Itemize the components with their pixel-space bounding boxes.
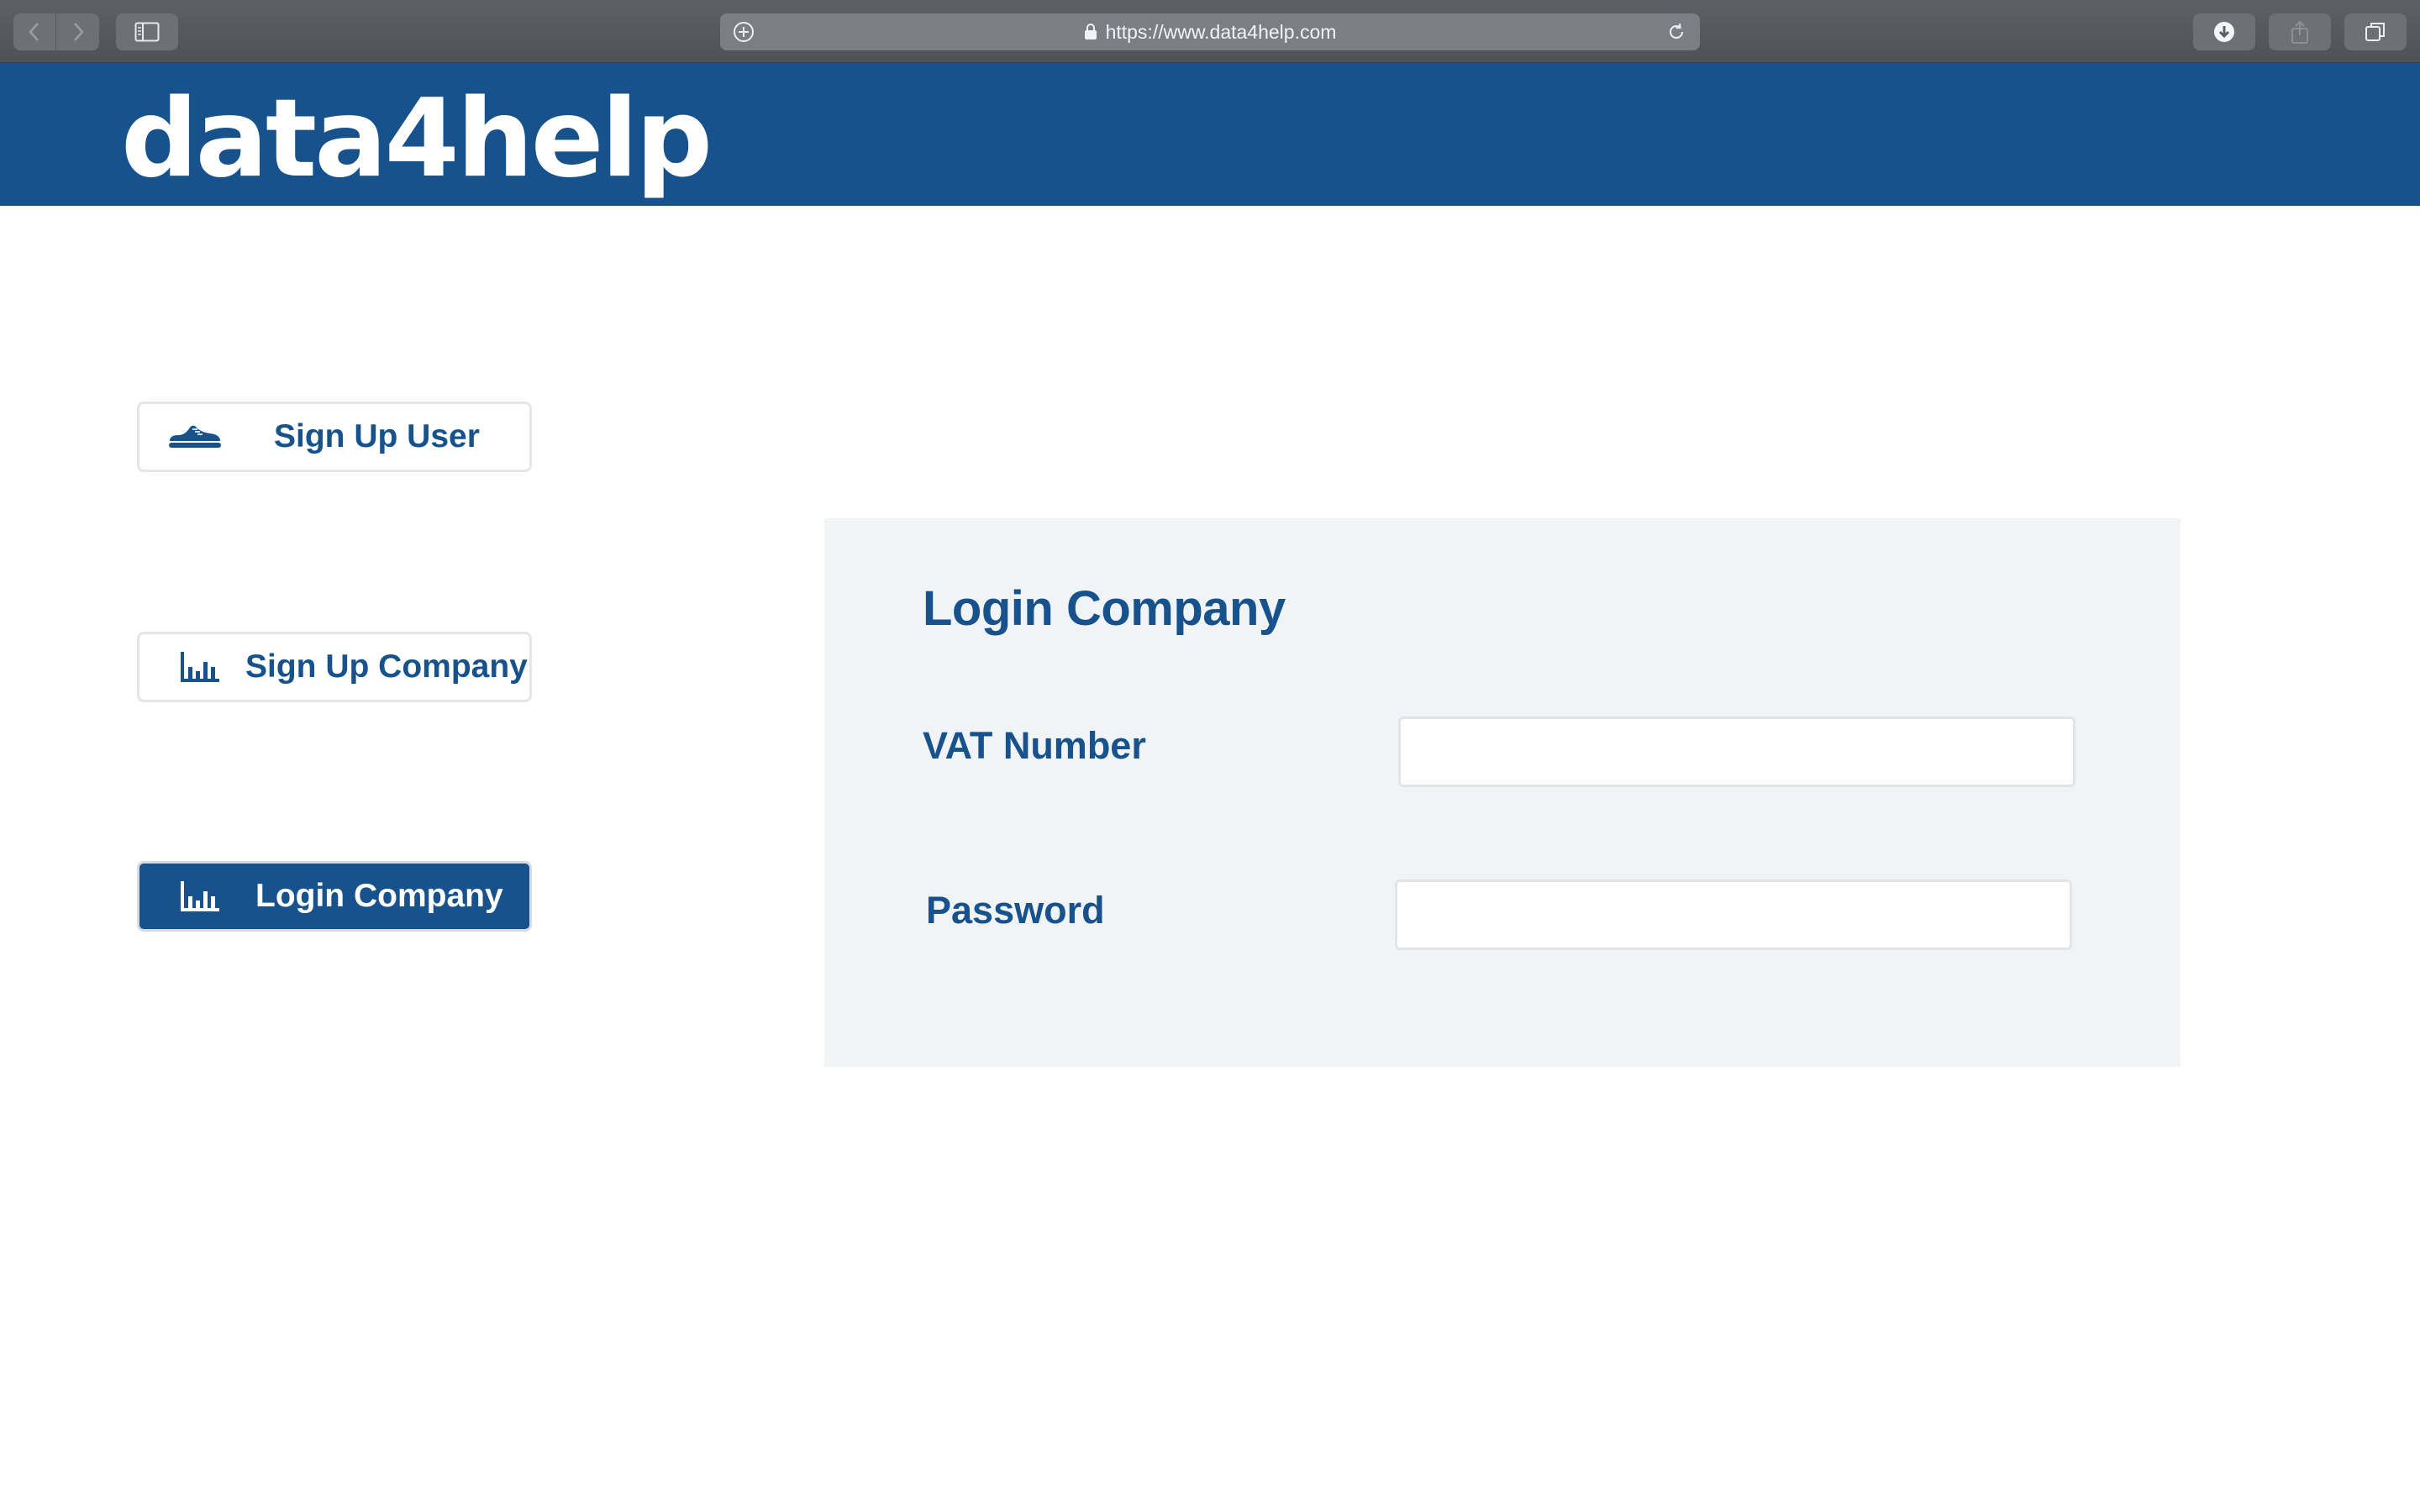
shoe-icon <box>168 420 222 454</box>
back-button[interactable] <box>13 13 56 50</box>
login-company-label: Login Company <box>255 878 503 914</box>
login-company-button[interactable]: Login Company <box>137 861 532 932</box>
reload-button[interactable] <box>1665 20 1688 44</box>
bar-chart-icon <box>173 650 227 684</box>
lock-icon <box>1084 24 1097 39</box>
chevron-right-icon <box>73 23 84 41</box>
password-input[interactable] <box>1395 879 2072 950</box>
tab-overview-button[interactable] <box>2344 13 2407 50</box>
vat-number-input[interactable] <box>1398 717 2075 787</box>
navigation-buttons <box>13 13 99 50</box>
site-logo[interactable]: data4help <box>121 75 713 204</box>
bar-chart-icon <box>173 879 227 913</box>
share-button[interactable] <box>2269 13 2331 50</box>
tabs-icon <box>2365 23 2385 41</box>
address-bar[interactable]: https://www.data4help.com <box>720 13 1700 50</box>
vat-number-label: VAT Number <box>923 724 1146 767</box>
chevron-left-icon <box>29 23 39 41</box>
password-label: Password <box>926 889 1105 932</box>
login-company-panel: Login Company VAT Number Password <box>824 518 2181 1067</box>
address-field: https://www.data4help.com <box>720 13 1700 50</box>
sign-up-company-button[interactable]: Sign Up Company <box>137 632 532 702</box>
form-title: Login Company <box>923 581 1286 636</box>
sign-up-user-label: Sign Up User <box>274 418 480 454</box>
reload-icon <box>1670 23 1684 39</box>
share-icon <box>2291 20 2308 44</box>
url-text: https://www.data4help.com <box>1105 20 1337 43</box>
downloads-button[interactable] <box>2193 13 2255 50</box>
browser-toolbar: https://www.data4help.com <box>0 0 2420 63</box>
sidebar-toggle-button[interactable] <box>116 13 178 50</box>
sidebar-icon <box>134 22 160 42</box>
sign-up-user-button[interactable]: Sign Up User <box>137 402 532 472</box>
sign-up-company-label: Sign Up Company <box>245 648 528 685</box>
site-header: data4help <box>0 63 2420 206</box>
download-icon <box>2214 22 2234 42</box>
forward-button[interactable] <box>56 13 99 50</box>
